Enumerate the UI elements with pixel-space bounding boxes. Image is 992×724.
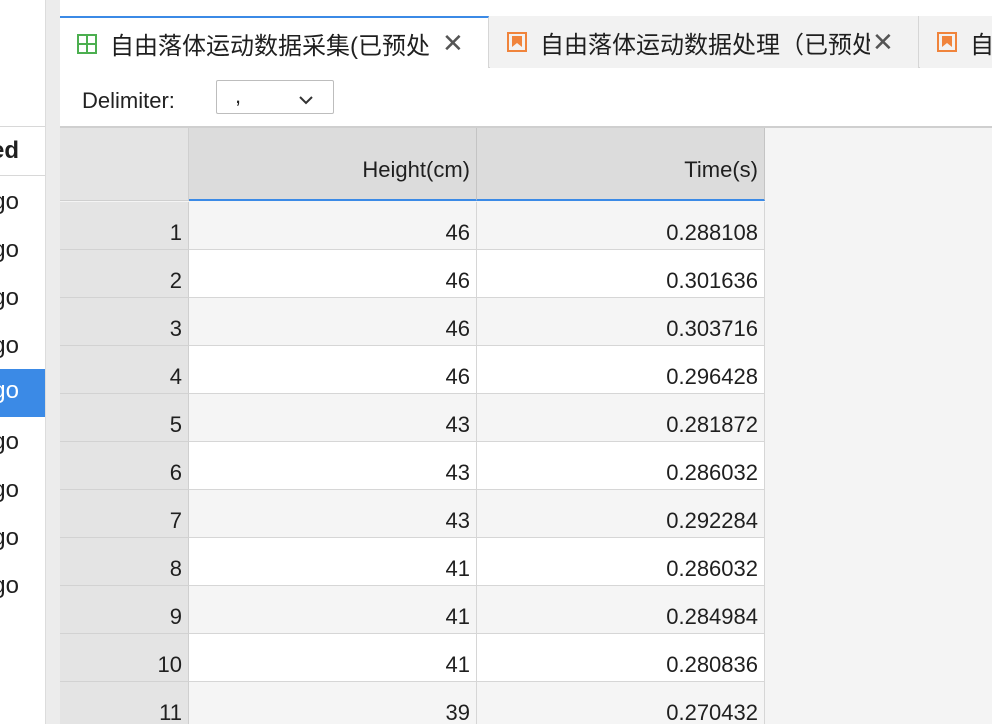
height-cell[interactable]: 43 bbox=[189, 394, 477, 442]
height-cell[interactable]: 39 bbox=[189, 682, 477, 724]
tab-third[interactable]: 自由 bbox=[920, 16, 992, 68]
delimiter-toolbar: Delimiter: , bbox=[60, 68, 992, 126]
delimiter-value: , bbox=[235, 83, 242, 108]
row-index[interactable]: 11 bbox=[60, 682, 189, 724]
sidebar: ed go go go go go go go go go bbox=[0, 0, 45, 724]
sidebar-item[interactable]: go bbox=[0, 564, 45, 612]
row-index[interactable]: 10 bbox=[60, 634, 189, 682]
data-table: Height(cm) Time(s) 1 46 0.288108 2 46 0.… bbox=[60, 126, 992, 724]
time-cell[interactable]: 0.286032 bbox=[477, 538, 765, 586]
sidebar-header-label: ed bbox=[0, 137, 19, 164]
row-index[interactable]: 8 bbox=[60, 538, 189, 586]
delimiter-label: Delimiter: bbox=[82, 88, 175, 113]
panel-splitter[interactable] bbox=[45, 0, 60, 724]
height-cell[interactable]: 46 bbox=[189, 298, 477, 346]
column-header-height[interactable]: Height(cm) bbox=[189, 128, 477, 201]
sidebar-item[interactable]: go bbox=[0, 516, 45, 564]
tab-data-processing[interactable]: 自由落体运动数据处理（已预处 ✕ bbox=[490, 16, 919, 68]
row-index[interactable]: 6 bbox=[60, 442, 189, 490]
row-index[interactable]: 9 bbox=[60, 586, 189, 634]
delimiter-select[interactable]: , bbox=[216, 80, 334, 114]
row-index[interactable]: 5 bbox=[60, 394, 189, 442]
time-cell[interactable]: 0.301636 bbox=[477, 250, 765, 298]
tab-data-collection[interactable]: 自由落体运动数据采集(已预处 ✕ bbox=[60, 16, 489, 69]
height-cell[interactable]: 41 bbox=[189, 586, 477, 634]
tab-title: 自由 bbox=[970, 31, 992, 59]
sidebar-item-selected[interactable]: go bbox=[0, 369, 45, 417]
row-index[interactable]: 3 bbox=[60, 298, 189, 346]
close-icon[interactable]: ✕ bbox=[872, 27, 894, 58]
time-cell[interactable]: 0.270432 bbox=[477, 682, 765, 724]
time-cell[interactable]: 0.296428 bbox=[477, 346, 765, 394]
sidebar-item[interactable]: go bbox=[0, 324, 45, 372]
tab-title: 自由落体运动数据处理（已预处 bbox=[540, 31, 870, 59]
sidebar-item[interactable]: go bbox=[0, 420, 45, 468]
time-cell[interactable]: 0.303716 bbox=[477, 298, 765, 346]
table-corner bbox=[60, 128, 189, 201]
row-index[interactable]: 2 bbox=[60, 250, 189, 298]
height-cell[interactable]: 46 bbox=[189, 202, 477, 250]
height-cell[interactable]: 41 bbox=[189, 538, 477, 586]
time-cell[interactable]: 0.288108 bbox=[477, 202, 765, 250]
sidebar-item[interactable]: go bbox=[0, 468, 45, 516]
close-icon[interactable]: ✕ bbox=[442, 28, 464, 59]
sidebar-header: ed bbox=[0, 126, 45, 176]
time-cell[interactable]: 0.284984 bbox=[477, 586, 765, 634]
height-cell[interactable]: 46 bbox=[189, 250, 477, 298]
chevron-down-icon bbox=[299, 96, 313, 105]
tab-bar: 自由落体运动数据采集(已预处 ✕ 自由落体运动数据处理（已预处 ✕ 自由 bbox=[60, 16, 992, 69]
row-index[interactable]: 7 bbox=[60, 490, 189, 538]
tab-title: 自由落体运动数据采集(已预处 bbox=[110, 33, 430, 60]
height-cell[interactable]: 46 bbox=[189, 346, 477, 394]
bookmark-icon bbox=[507, 32, 527, 52]
sidebar-item[interactable]: go bbox=[0, 276, 45, 324]
column-header-time[interactable]: Time(s) bbox=[477, 128, 765, 201]
time-cell[interactable]: 0.292284 bbox=[477, 490, 765, 538]
height-cell[interactable]: 41 bbox=[189, 634, 477, 682]
sidebar-item[interactable]: go bbox=[0, 180, 45, 228]
time-cell[interactable]: 0.280836 bbox=[477, 634, 765, 682]
height-cell[interactable]: 43 bbox=[189, 490, 477, 538]
height-cell[interactable]: 43 bbox=[189, 442, 477, 490]
row-index[interactable]: 1 bbox=[60, 202, 189, 250]
time-cell[interactable]: 0.286032 bbox=[477, 442, 765, 490]
table-grid-icon bbox=[77, 33, 97, 54]
row-index[interactable]: 4 bbox=[60, 346, 189, 394]
bookmark-icon bbox=[937, 32, 957, 52]
sidebar-item[interactable]: go bbox=[0, 228, 45, 276]
time-cell[interactable]: 0.281872 bbox=[477, 394, 765, 442]
